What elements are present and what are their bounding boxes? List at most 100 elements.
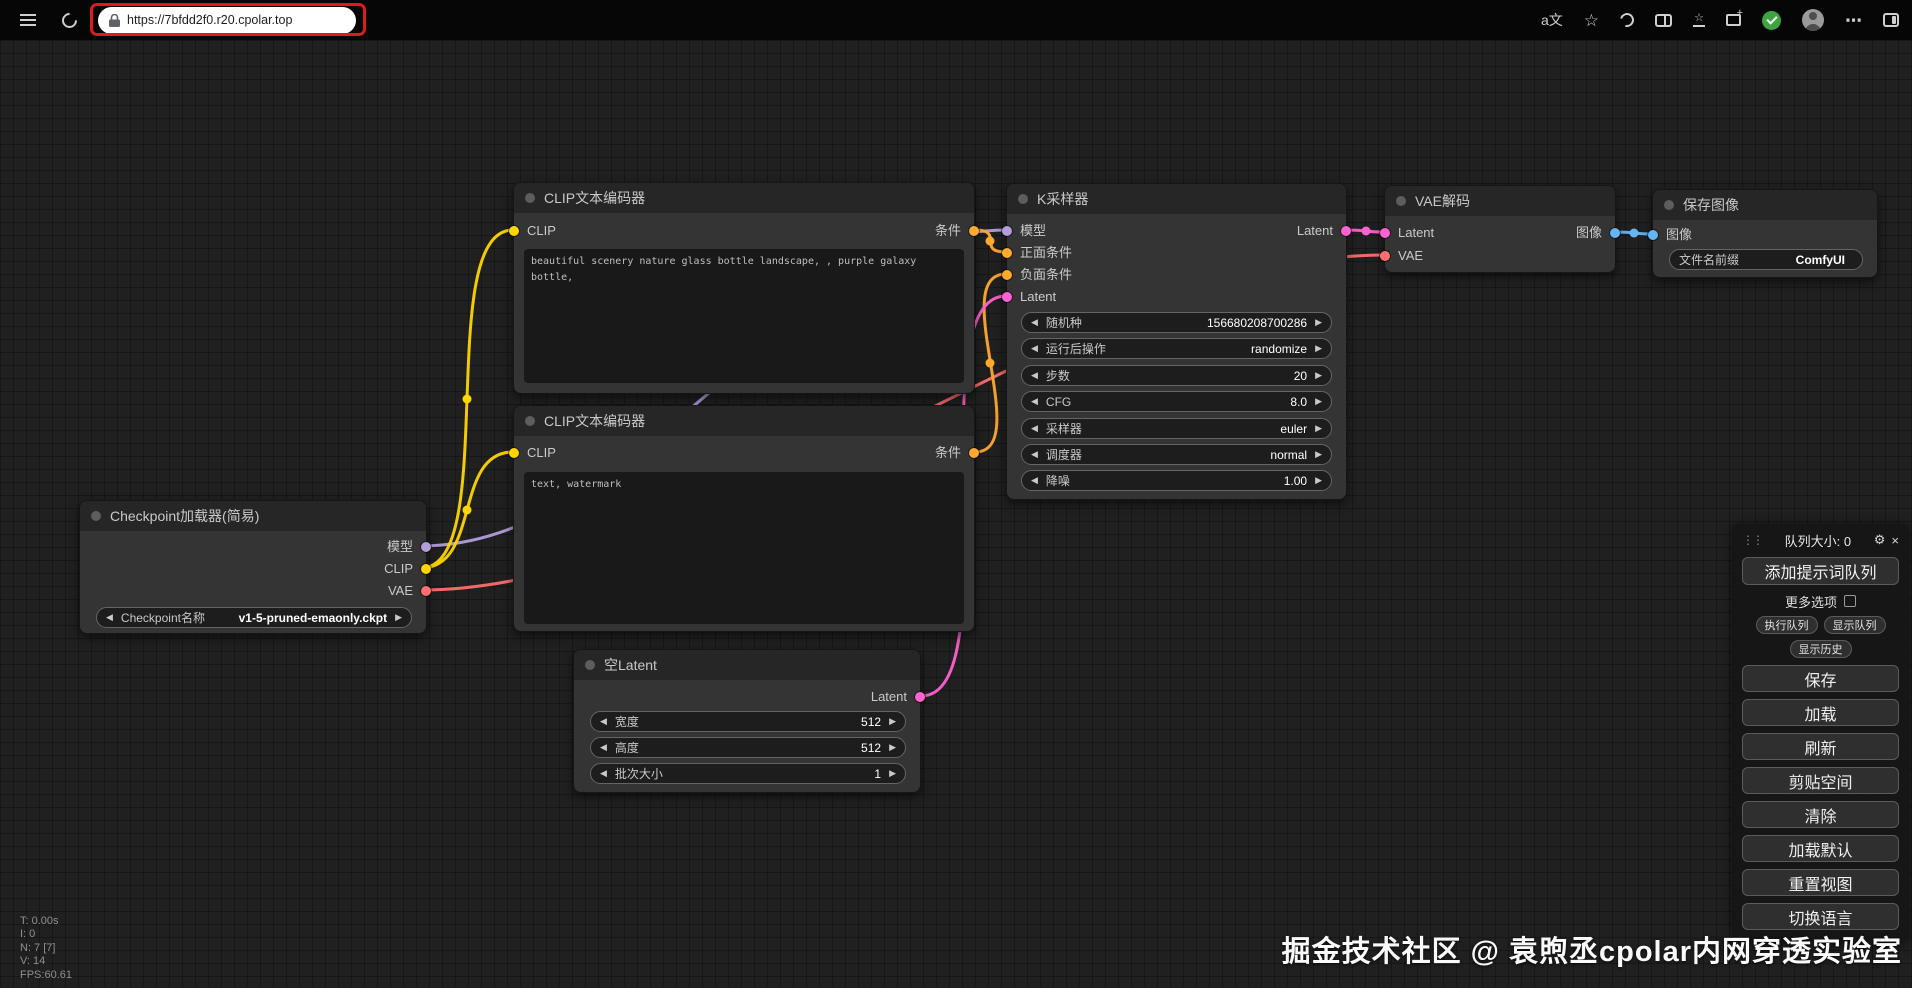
view-queue-button[interactable]: 显示队列 bbox=[1823, 616, 1886, 634]
node-title-bar[interactable]: CLIP文本编码器 bbox=[514, 406, 974, 436]
arrow-right-icon[interactable]: ▶ bbox=[1315, 396, 1322, 407]
batch-size-widget[interactable]: ◀ 批次大小 1 ▶ bbox=[590, 763, 906, 784]
queue-prompt-button[interactable]: 添加提示词队列 bbox=[1742, 557, 1899, 585]
refresh-button[interactable]: 刷新 bbox=[1742, 733, 1899, 760]
arrow-right-icon[interactable]: ▶ bbox=[1315, 317, 1322, 328]
extension-icon[interactable] bbox=[1762, 10, 1781, 30]
denoise-widget[interactable]: ◀ 降噪 1.00 ▶ bbox=[1021, 470, 1332, 491]
node-title-bar[interactable]: 空Latent bbox=[574, 650, 920, 680]
arrow-right-icon[interactable]: ▶ bbox=[889, 742, 896, 753]
clear-button[interactable]: 清除 bbox=[1742, 801, 1899, 828]
port-latent-output[interactable] bbox=[1341, 226, 1351, 236]
node-empty-latent[interactable]: 空Latent Latent ◀ 宽度 512 ▶ ◀ 高度 512 ▶ ◀ 批… bbox=[573, 649, 925, 793]
port-latent-input[interactable] bbox=[1002, 292, 1012, 302]
sync-icon[interactable] bbox=[1617, 10, 1637, 30]
seed-widget[interactable]: ◀ 随机种 156680208700286 ▶ bbox=[1021, 312, 1332, 333]
menu-icon[interactable] bbox=[20, 14, 36, 26]
arrow-left-icon[interactable]: ◀ bbox=[600, 716, 607, 727]
collapse-dot-icon[interactable] bbox=[525, 416, 535, 426]
arrow-left-icon[interactable]: ◀ bbox=[1031, 396, 1038, 407]
arrow-left-icon[interactable]: ◀ bbox=[600, 768, 607, 779]
arrow-left-icon[interactable]: ◀ bbox=[1031, 423, 1038, 434]
cfg-widget[interactable]: ◀ CFG 8.0 ▶ bbox=[1021, 391, 1332, 412]
node-title-bar[interactable]: VAE解码 bbox=[1385, 186, 1615, 216]
node-title-bar[interactable]: 保存图像 bbox=[1653, 190, 1877, 220]
node-title-bar[interactable]: Checkpoint加载器(简易) bbox=[80, 501, 426, 531]
arrow-right-icon[interactable]: ▶ bbox=[889, 716, 896, 727]
split-screen-icon[interactable] bbox=[1655, 13, 1672, 27]
profile-avatar[interactable] bbox=[1802, 9, 1824, 31]
more-options-icon[interactable]: ⋯ bbox=[1845, 12, 1862, 29]
collapse-dot-icon[interactable] bbox=[585, 660, 595, 670]
arrow-left-icon[interactable]: ◀ bbox=[1031, 343, 1038, 354]
arrow-right-icon[interactable]: ▶ bbox=[1315, 475, 1322, 486]
width-widget[interactable]: ◀ 宽度 512 ▶ bbox=[590, 711, 906, 732]
node-save-image[interactable]: 保存图像 图像 文件名前缀 ComfyUI bbox=[1648, 189, 1878, 278]
port-clip-input[interactable] bbox=[509, 226, 519, 236]
collapse-dot-icon[interactable] bbox=[91, 511, 101, 521]
node-ksampler[interactable]: K采样器 模型 正面条件 负面条件 Latent Latent ◀ 随机种 15… bbox=[1002, 183, 1351, 500]
positive-prompt-textarea[interactable]: beautiful scenery nature glass bottle la… bbox=[524, 249, 964, 383]
arrow-left-icon[interactable]: ◀ bbox=[1031, 370, 1038, 381]
node-checkpoint-loader[interactable]: Checkpoint加载器(简易) 模型 CLIP VAE ◀ Checkpoi… bbox=[79, 500, 431, 634]
node-vae-decode[interactable]: VAE解码 Latent VAE 图像 bbox=[1380, 185, 1620, 273]
arrow-right-icon[interactable]: ▶ bbox=[395, 612, 402, 623]
sidebar-toggle-icon[interactable] bbox=[1883, 13, 1899, 27]
clipspace-button[interactable]: 剪贴空间 bbox=[1742, 767, 1899, 794]
node-clip-encoder-negative[interactable]: CLIP文本编码器 CLIP 条件 text, watermark bbox=[509, 405, 979, 632]
switch-locale-button[interactable]: 切换语言 bbox=[1742, 903, 1899, 930]
port-conditioning-output[interactable] bbox=[969, 226, 979, 236]
view-history-button[interactable]: 显示历史 bbox=[1789, 640, 1852, 658]
load-button[interactable]: 加载 bbox=[1742, 699, 1899, 726]
checkpoint-name-widget[interactable]: ◀ Checkpoint名称 v1-5-pruned-emaonly.ckpt … bbox=[96, 607, 412, 628]
scheduler-widget[interactable]: ◀ 调度器 normal ▶ bbox=[1021, 444, 1332, 465]
reset-view-button[interactable]: 重置视图 bbox=[1742, 869, 1899, 896]
settings-gear-icon[interactable]: ⚙ bbox=[1874, 532, 1886, 548]
arrow-left-icon[interactable]: ◀ bbox=[1031, 475, 1038, 486]
port-model-input[interactable] bbox=[1002, 226, 1012, 236]
url-text[interactable]: https://7bfdd2f0.r20.cpolar.top bbox=[127, 13, 292, 27]
node-title-bar[interactable]: K采样器 bbox=[1007, 184, 1346, 214]
arrow-left-icon[interactable]: ◀ bbox=[600, 742, 607, 753]
address-bar[interactable]: https://7bfdd2f0.r20.cpolar.top bbox=[98, 6, 356, 34]
port-latent-output[interactable] bbox=[915, 692, 925, 702]
drag-handle-icon[interactable]: ⋮⋮ bbox=[1742, 533, 1764, 547]
steps-widget[interactable]: ◀ 步数 20 ▶ bbox=[1021, 365, 1332, 386]
port-image-output[interactable] bbox=[1610, 228, 1620, 238]
arrow-right-icon[interactable]: ▶ bbox=[1315, 449, 1322, 460]
port-conditioning-output[interactable] bbox=[969, 448, 979, 458]
port-model-output[interactable] bbox=[421, 542, 431, 552]
favorites-bar-icon[interactable]: ☆ bbox=[1693, 13, 1705, 27]
port-vae-input[interactable] bbox=[1380, 251, 1390, 261]
filename-prefix-widget[interactable]: 文件名前缀 ComfyUI bbox=[1669, 249, 1863, 270]
save-button[interactable]: 保存 bbox=[1742, 665, 1899, 692]
arrow-right-icon[interactable]: ▶ bbox=[1315, 370, 1322, 381]
collapse-dot-icon[interactable] bbox=[1664, 200, 1674, 210]
extra-options-checkbox[interactable] bbox=[1844, 595, 1856, 607]
arrow-right-icon[interactable]: ▶ bbox=[889, 768, 896, 779]
port-negative-input[interactable] bbox=[1002, 270, 1012, 280]
height-widget[interactable]: ◀ 高度 512 ▶ bbox=[590, 737, 906, 758]
collections-icon[interactable] bbox=[1726, 7, 1743, 26]
close-icon[interactable]: × bbox=[1891, 533, 1899, 548]
favorites-star-icon[interactable]: ☆ bbox=[1584, 12, 1599, 29]
arrow-left-icon[interactable]: ◀ bbox=[1031, 449, 1038, 460]
node-clip-encoder-positive[interactable]: CLIP文本编码器 CLIP 条件 beautiful scenery natu… bbox=[509, 182, 979, 394]
arrow-left-icon[interactable]: ◀ bbox=[1031, 317, 1038, 328]
port-clip-input[interactable] bbox=[509, 448, 519, 458]
port-latent-input[interactable] bbox=[1380, 228, 1390, 238]
port-clip-output[interactable] bbox=[421, 564, 431, 574]
port-image-input[interactable] bbox=[1648, 230, 1658, 240]
queue-front-button[interactable]: 执行队列 bbox=[1755, 616, 1818, 634]
node-title-bar[interactable]: CLIP文本编码器 bbox=[514, 183, 974, 213]
load-default-button[interactable]: 加载默认 bbox=[1742, 835, 1899, 862]
port-positive-input[interactable] bbox=[1002, 248, 1012, 258]
after-generate-widget[interactable]: ◀ 运行后操作 randomize ▶ bbox=[1021, 338, 1332, 359]
collapse-dot-icon[interactable] bbox=[1018, 194, 1028, 204]
collapse-dot-icon[interactable] bbox=[525, 193, 535, 203]
collapse-dot-icon[interactable] bbox=[1396, 196, 1406, 206]
negative-prompt-textarea[interactable]: text, watermark bbox=[524, 472, 964, 624]
arrow-left-icon[interactable]: ◀ bbox=[106, 612, 113, 623]
arrow-right-icon[interactable]: ▶ bbox=[1315, 343, 1322, 354]
arrow-right-icon[interactable]: ▶ bbox=[1315, 423, 1322, 434]
